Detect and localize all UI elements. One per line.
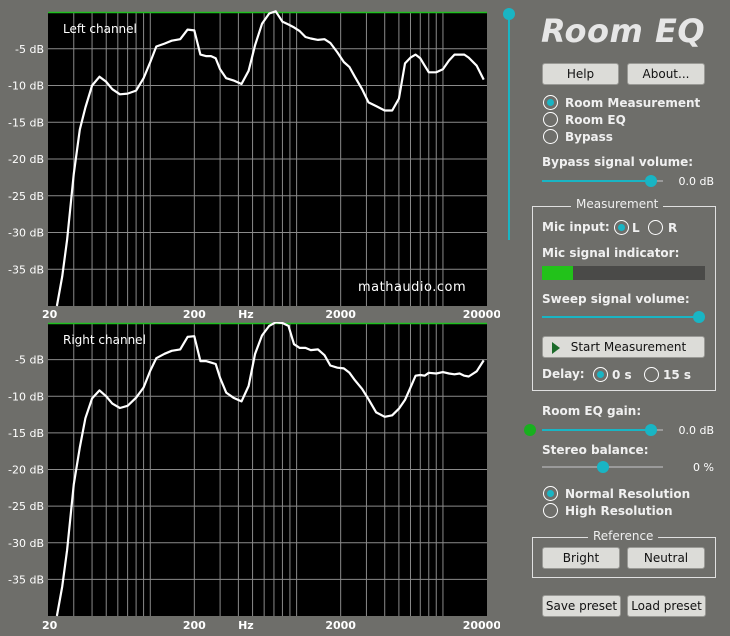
mic-indicator-label: Mic signal indicator: bbox=[542, 246, 680, 260]
mode-room-measurement[interactable]: Room Measurement bbox=[543, 95, 700, 110]
mic-signal-meter bbox=[542, 266, 705, 280]
chart1-x-axis-label: Hz bbox=[238, 619, 254, 632]
bypass-volume-label: Bypass signal volume: bbox=[542, 155, 694, 169]
mic-input-left-label: L bbox=[632, 220, 640, 235]
slider-fill bbox=[542, 429, 651, 431]
mic-input-left[interactable]: L bbox=[614, 220, 640, 235]
chart1-x-tick-label: 20000 bbox=[463, 619, 500, 632]
chart1-y-tick-label: -30 dB bbox=[8, 537, 44, 550]
chart1-x-tick-label: 20 bbox=[42, 619, 58, 632]
mic-input-right[interactable]: R bbox=[648, 220, 677, 235]
chart1-y-tick-label: -20 dB bbox=[8, 464, 44, 477]
chart0-y-tick-label: -30 dB bbox=[8, 227, 44, 240]
chart0-y-tick-label: -15 dB bbox=[8, 116, 44, 129]
chart0-y-tick-label: -5 dB bbox=[15, 43, 44, 56]
chart1-x-tick-label: 2000 bbox=[325, 619, 356, 632]
right-channel-chart: -5 dB -10 dB -15 dB -20 dB -25 dB -30 dB -35 d… bbox=[8, 322, 500, 632]
radio-delay-1[interactable] bbox=[644, 367, 659, 382]
stereo-balance-label: Stereo balance: bbox=[542, 443, 649, 457]
chart0-x-tick-label: 20000 bbox=[463, 308, 500, 321]
app-title: Room EQ bbox=[541, 12, 706, 50]
chart0-y-tick-label: -35 dB bbox=[8, 263, 44, 276]
mode-room-eq[interactable]: Room EQ bbox=[543, 112, 626, 127]
chart0-channel-title: Left channel bbox=[63, 22, 137, 36]
save-preset-button[interactable]: Save preset bbox=[542, 595, 621, 617]
radio-mode-2[interactable] bbox=[543, 129, 558, 144]
start-measurement-button[interactable]: Start Measurement bbox=[542, 336, 705, 358]
neutral-button[interactable]: Neutral bbox=[627, 547, 705, 569]
radio-resolution-0[interactable] bbox=[543, 486, 558, 501]
mode-room-measurement-label: Room Measurement bbox=[565, 95, 701, 110]
room-eq-gain-label: Room EQ gain: bbox=[542, 404, 642, 418]
mode-bypass[interactable]: Bypass bbox=[543, 129, 613, 144]
chart0-x-tick-label: 200 bbox=[183, 308, 206, 321]
resolution-normal[interactable]: Normal Resolution bbox=[543, 486, 690, 501]
delay-15s-label: 15 s bbox=[663, 367, 692, 382]
output-level-slider[interactable] bbox=[503, 8, 515, 240]
play-icon bbox=[552, 342, 560, 354]
chart0-y-tick-label: -25 dB bbox=[8, 190, 44, 203]
mic-input-label: Mic input: bbox=[542, 220, 610, 234]
watermark: mathaudio.com bbox=[358, 280, 466, 295]
sweep-volume-slider[interactable] bbox=[542, 310, 705, 324]
chart0-x-tick-label: 20 bbox=[42, 308, 58, 321]
reference-group-title: Reference bbox=[588, 529, 659, 543]
slider-knob[interactable] bbox=[503, 8, 515, 20]
radio-mode-0[interactable] bbox=[543, 95, 558, 110]
bypass-volume-slider[interactable] bbox=[542, 174, 663, 188]
chart0-x-axis-label: Hz bbox=[238, 308, 254, 321]
left-channel-plot: -5 dB -10 dB -15 dB -20 dB -25 dB -30 dB -35 d… bbox=[0, 0, 500, 325]
radio-mic-0[interactable] bbox=[614, 220, 629, 235]
chart0-x-tick-label: 2000 bbox=[325, 308, 356, 321]
mic-input-right-label: R bbox=[668, 220, 678, 235]
slider-track bbox=[508, 12, 510, 240]
radio-resolution-1[interactable] bbox=[543, 503, 558, 518]
chart1-y-tick-label: -10 dB bbox=[8, 390, 44, 403]
delay-label: Delay: bbox=[542, 367, 585, 381]
chart1-y-tick-label: -25 dB bbox=[8, 500, 44, 513]
mic-signal-level bbox=[542, 266, 573, 280]
mode-bypass-label: Bypass bbox=[565, 129, 613, 144]
chart0-y-tick-label: -10 dB bbox=[8, 80, 44, 93]
sweep-volume-label: Sweep signal volume: bbox=[542, 292, 690, 306]
chart1-channel-title: Right channel bbox=[63, 333, 146, 347]
chart1-y-tick-label: -15 dB bbox=[8, 427, 44, 440]
resolution-high[interactable]: High Resolution bbox=[543, 503, 673, 518]
delay-0s[interactable]: 0 s bbox=[593, 367, 632, 382]
slider-knob[interactable] bbox=[693, 311, 705, 323]
radio-mic-1[interactable] bbox=[648, 220, 663, 235]
slider-fill bbox=[542, 316, 699, 318]
room-eq-gain-value: 0.0 dB bbox=[678, 424, 714, 437]
start-measurement-label: Start Measurement bbox=[570, 340, 687, 354]
room-eq-gain-slider[interactable] bbox=[542, 423, 663, 437]
slider-fill bbox=[542, 180, 651, 182]
chart1-y-tick-label: -5 dB bbox=[15, 354, 44, 367]
chart0-y-tick-label: -20 dB bbox=[8, 153, 44, 166]
right-channel-plot: -5 dB -10 dB -15 dB -20 dB -25 dB -30 dB -35 d… bbox=[0, 322, 500, 636]
help-button[interactable]: Help bbox=[542, 63, 619, 85]
delay-0s-label: 0 s bbox=[612, 367, 632, 382]
chart1-x-tick-label: 200 bbox=[183, 619, 206, 632]
bright-button[interactable]: Bright bbox=[542, 547, 620, 569]
radio-delay-0[interactable] bbox=[593, 367, 608, 382]
mode-room-eq-label: Room EQ bbox=[565, 112, 626, 127]
bypass-volume-value: 0.0 dB bbox=[678, 175, 714, 188]
left-channel-chart: -5 dB -10 dB -15 dB -20 dB -25 dB -30 dB -35 d… bbox=[8, 10, 500, 321]
slider-knob[interactable] bbox=[645, 175, 657, 187]
measurement-group-title: Measurement bbox=[571, 197, 664, 211]
slider-knob[interactable] bbox=[645, 424, 657, 436]
resolution-normal-label: Normal Resolution bbox=[565, 486, 691, 501]
gain-indicator-led bbox=[524, 424, 536, 436]
stereo-balance-value: 0 % bbox=[693, 461, 714, 474]
delay-15s[interactable]: 15 s bbox=[644, 367, 691, 382]
resolution-high-label: High Resolution bbox=[565, 503, 673, 518]
slider-knob[interactable] bbox=[597, 461, 609, 473]
about-button[interactable]: About... bbox=[627, 63, 705, 85]
load-preset-button[interactable]: Load preset bbox=[627, 595, 706, 617]
stereo-balance-slider[interactable] bbox=[542, 460, 663, 474]
chart1-y-tick-label: -35 dB bbox=[8, 573, 44, 586]
radio-mode-1[interactable] bbox=[543, 112, 558, 127]
